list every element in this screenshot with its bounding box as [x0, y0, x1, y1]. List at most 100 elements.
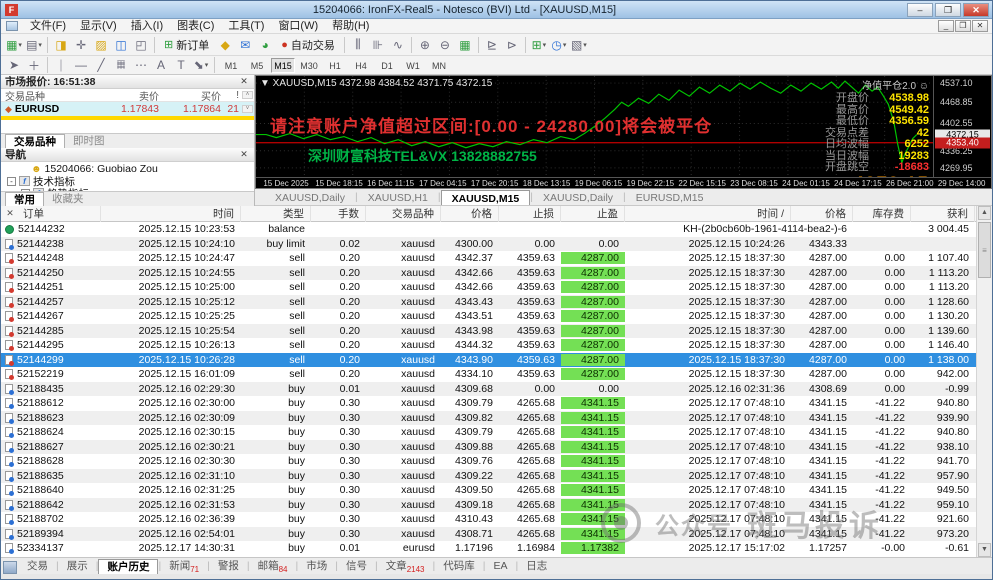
- terminal-tab-6[interactable]: 市场: [298, 559, 335, 574]
- history-row-52188628[interactable]: 521886282025.12.16 02:30:30buy0.30xauusd…: [1, 454, 976, 469]
- timeframe-m15[interactable]: M15: [271, 58, 295, 73]
- terminal-scrollbar[interactable]: ▲ ▼: [976, 206, 992, 557]
- mdi-minimize-button[interactable]: _: [938, 20, 954, 32]
- menu-item-2[interactable]: 插入(I): [124, 19, 170, 34]
- terminal-close-icon[interactable]: ✕: [1, 208, 19, 219]
- scrollbar-thumb[interactable]: [978, 222, 991, 278]
- navigator-tab-1[interactable]: 收藏夹: [44, 192, 92, 206]
- timeframe-h1[interactable]: H1: [323, 58, 347, 73]
- history-col-6[interactable]: 止损: [499, 206, 561, 222]
- history-col-2[interactable]: 类型: [241, 206, 311, 222]
- timeframe-m1[interactable]: M1: [219, 58, 243, 73]
- new-chart-icon[interactable]: ▦▾: [4, 36, 24, 54]
- col-spread[interactable]: !: [221, 90, 241, 101]
- text-label-icon[interactable]: T: [171, 56, 191, 74]
- terminal-tab-2[interactable]: 账户历史: [98, 559, 158, 574]
- crosshair-move-icon[interactable]: ✛: [71, 36, 91, 54]
- terminal-tab-8[interactable]: 文章2143: [378, 559, 433, 574]
- history-row-52188702[interactable]: 521887022025.12.16 02:36:39buy0.30xauusd…: [1, 512, 976, 527]
- trendline-icon[interactable]: ╱: [91, 56, 111, 74]
- menu-item-0[interactable]: 文件(F): [23, 19, 73, 34]
- navigator-icon[interactable]: ◰: [131, 36, 151, 54]
- terminal-tab-5[interactable]: 邮箱84: [250, 559, 296, 574]
- history-row-52144299[interactable]: 521442992025.12.15 10:26:28sell0.20xauus…: [1, 353, 976, 368]
- history-row-52144295[interactable]: 521442952025.12.15 10:26:13sell0.20xauus…: [1, 338, 976, 353]
- history-row-52144257[interactable]: 521442572025.12.15 10:25:12sell0.20xauus…: [1, 295, 976, 310]
- menu-item-6[interactable]: 帮助(H): [325, 19, 376, 34]
- scrollbar-up-icon[interactable]: ▲: [978, 206, 991, 220]
- new-order-button[interactable]: ⊞新订单: [158, 36, 215, 54]
- history-row-52188640[interactable]: 521886402025.12.16 02:31:25buy0.30xauusd…: [1, 483, 976, 498]
- time-axis[interactable]: 15 Dec 202515 Dec 18:1516 Dec 11:1517 De…: [256, 177, 991, 188]
- scroll-down-icon[interactable]: ˅: [242, 105, 253, 113]
- history-row-52189394[interactable]: 521893942025.12.16 02:54:01buy0.30xauusd…: [1, 527, 976, 542]
- history-col-8[interactable]: 时间 /: [625, 206, 791, 222]
- col-ask[interactable]: 买价: [159, 88, 221, 103]
- data-window-icon[interactable]: ◫: [111, 36, 131, 54]
- scrollbar-down-icon[interactable]: ▼: [978, 543, 991, 557]
- scroll-up-icon[interactable]: ˄: [242, 91, 253, 99]
- menu-item-3[interactable]: 图表(C): [170, 19, 221, 34]
- history-col-10[interactable]: 库存费: [853, 206, 911, 222]
- symbol-row-eurusd[interactable]: ◆EURUSD 1.17843 1.17864 21 ˅: [1, 102, 254, 116]
- history-col-4[interactable]: 交易品种: [366, 206, 441, 222]
- line-chart-icon[interactable]: ∿: [388, 36, 408, 54]
- channel-icon[interactable]: ⋯: [131, 56, 151, 74]
- menu-item-5[interactable]: 窗口(W): [271, 19, 325, 34]
- terminal-tab-10[interactable]: EA: [485, 559, 515, 574]
- terminal-tab-3[interactable]: 新闻71: [161, 559, 207, 574]
- history-col-0[interactable]: 订单: [19, 206, 101, 222]
- candlestick-icon[interactable]: ⊪: [368, 36, 388, 54]
- history-row-52188624[interactable]: 521886242025.12.16 02:30:15buy0.30xauusd…: [1, 425, 976, 440]
- history-row-52144267[interactable]: 521442672025.12.15 10:25:25sell0.20xauus…: [1, 309, 976, 324]
- zoom-out-icon[interactable]: ⊖: [435, 36, 455, 54]
- terminal-grip-icon[interactable]: [3, 561, 17, 574]
- bar-chart-icon[interactable]: ⫼: [348, 36, 368, 54]
- timeframe-m5[interactable]: M5: [245, 58, 269, 73]
- price-axis[interactable]: 4537.104468.854402.554336.254269.954372.…: [933, 76, 991, 177]
- menu-item-1[interactable]: 显示(V): [73, 19, 124, 34]
- close-button[interactable]: ✕: [963, 3, 989, 17]
- history-row-52144251[interactable]: 521442512025.12.15 10:25:00sell0.20xauus…: [1, 280, 976, 295]
- timeframe-m30[interactable]: M30: [297, 58, 321, 73]
- cursor-icon[interactable]: ➤: [4, 56, 24, 74]
- history-row-52188635[interactable]: 521886352025.12.16 02:31:10buy0.30xauusd…: [1, 469, 976, 484]
- minimize-button[interactable]: –: [907, 3, 933, 17]
- indicators-icon[interactable]: ◆: [215, 36, 235, 54]
- market-watch-close-icon[interactable]: ✕: [238, 76, 250, 87]
- terminal-tab-9[interactable]: 代码库: [435, 559, 483, 574]
- timeframe-d1[interactable]: D1: [375, 58, 399, 73]
- history-col-5[interactable]: 价格: [441, 206, 499, 222]
- terminal-tab-11[interactable]: 日志: [518, 559, 555, 574]
- terminal-tab-0[interactable]: 交易: [19, 559, 56, 574]
- history-row-52144238[interactable]: 521442382025.12.15 10:24:10buy limit0.02…: [1, 237, 976, 252]
- maximize-button[interactable]: ❐: [935, 3, 961, 17]
- col-symbol[interactable]: 交易品种: [1, 88, 97, 103]
- profiles-icon[interactable]: ▤▾: [24, 36, 44, 54]
- history-row-52188623[interactable]: 521886232025.12.16 02:30:09buy0.30xauusd…: [1, 411, 976, 426]
- terminal-tab-7[interactable]: 信号: [338, 559, 375, 574]
- history-row-52144250[interactable]: 521442502025.12.15 10:24:55sell0.20xauus…: [1, 266, 976, 281]
- add-indicator-icon[interactable]: ⊞▾: [529, 36, 549, 54]
- text-icon[interactable]: A: [151, 56, 171, 74]
- mdi-restore-button[interactable]: ❐: [955, 20, 971, 32]
- history-row-52188642[interactable]: 521886422025.12.16 02:31:53buy0.30xauusd…: [1, 498, 976, 513]
- history-row-52188627[interactable]: 521886272025.12.16 02:30:21buy0.30xauusd…: [1, 440, 976, 455]
- market-watch-icon[interactable]: ▨: [91, 36, 111, 54]
- chart-tab-4[interactable]: EURUSD,M15: [626, 190, 714, 205]
- history-row-52188612[interactable]: 521886122025.12.16 02:30:00buy0.30xauusd…: [1, 396, 976, 411]
- tile-windows-icon[interactable]: ▦: [455, 36, 475, 54]
- autotrading-button[interactable]: ●自动交易: [275, 36, 341, 54]
- horizontal-line-icon[interactable]: —: [71, 56, 91, 74]
- history-row-52334137[interactable]: 523341372025.12.17 14:30:31buy0.01eurusd…: [1, 541, 976, 556]
- history-row-52144248[interactable]: 521442482025.12.15 10:24:47sell0.20xauus…: [1, 251, 976, 266]
- col-bid[interactable]: 卖价: [97, 88, 159, 103]
- history-col-9[interactable]: 价格: [791, 206, 853, 222]
- period-clock-icon[interactable]: ◷▾: [549, 36, 569, 54]
- history-row-52144232[interactable]: 521442322025.12.15 10:23:53balanceKH-(2b…: [1, 222, 976, 237]
- chart-tab-0[interactable]: XAUUSD,Daily: [265, 190, 355, 205]
- history-row-52152219[interactable]: 521522192025.12.15 16:01:09sell0.20xauus…: [1, 367, 976, 382]
- chart-plot-area[interactable]: ▼ XAUUSD,M15 4372.98 4384.52 4371.75 437…: [256, 76, 933, 177]
- timeframe-h4[interactable]: H4: [349, 58, 373, 73]
- arrows-icon[interactable]: ⬊▾: [191, 56, 211, 74]
